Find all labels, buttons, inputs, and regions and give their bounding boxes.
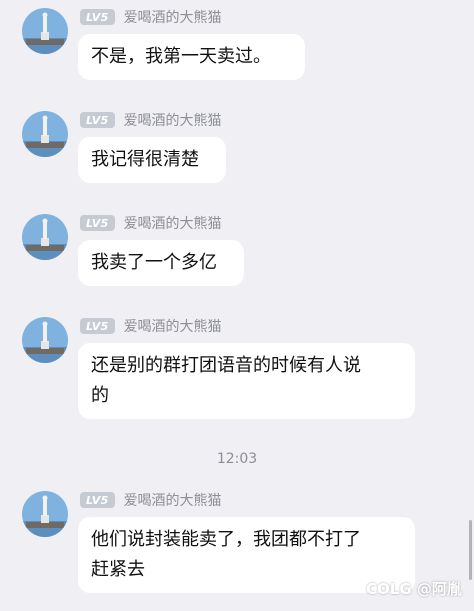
- message-bubble[interactable]: 还是别的群打团语音的时候有人说 的: [78, 343, 415, 419]
- nickname[interactable]: 爱喝酒的大熊猫: [124, 490, 222, 510]
- message-line: 还是别的群打团语音的时候有人说: [91, 355, 361, 376]
- message-bubble[interactable]: 我记得很清楚: [78, 137, 226, 183]
- message-header: LV5 爱喝酒的大熊猫: [80, 491, 222, 509]
- message-header: LV5 爱喝酒的大熊猫: [80, 214, 222, 232]
- statue-icon: [22, 491, 68, 537]
- level-badge: LV5: [80, 318, 115, 334]
- scrollbar[interactable]: [469, 520, 472, 580]
- level-badge: LV5: [80, 112, 115, 128]
- watermark: COLG @阿胤: [366, 580, 462, 598]
- message-bubble[interactable]: 他们说封装能卖了，我团都不打了 赶紧去: [78, 517, 415, 593]
- message-bubble[interactable]: 我卖了一个多亿: [78, 240, 244, 286]
- statue-icon: [22, 317, 68, 363]
- message-header: LV5 爱喝酒的大熊猫: [80, 317, 222, 335]
- level-badge: LV5: [80, 215, 115, 231]
- nickname[interactable]: 爱喝酒的大熊猫: [124, 110, 222, 130]
- avatar[interactable]: [22, 111, 68, 157]
- nickname[interactable]: 爱喝酒的大熊猫: [124, 316, 222, 336]
- message-line: 的: [91, 385, 109, 406]
- nickname[interactable]: 爱喝酒的大熊猫: [124, 213, 222, 233]
- avatar[interactable]: [22, 214, 68, 260]
- level-badge: LV5: [80, 492, 115, 508]
- message-bubble[interactable]: 不是，我第一天卖过。: [78, 34, 305, 80]
- message-line: 他们说封装能卖了，我团都不打了: [91, 529, 361, 550]
- timestamp: 12:03: [216, 451, 258, 467]
- nickname[interactable]: 爱喝酒的大熊猫: [124, 7, 222, 27]
- statue-icon: [22, 111, 68, 157]
- level-badge: LV5: [80, 9, 115, 25]
- message-line: 赶紧去: [91, 559, 145, 580]
- statue-icon: [22, 8, 68, 54]
- statue-icon: [22, 214, 68, 260]
- avatar[interactable]: [22, 8, 68, 54]
- message-header: LV5 爱喝酒的大熊猫: [80, 111, 222, 129]
- avatar[interactable]: [22, 491, 68, 537]
- message-header: LV5 爱喝酒的大熊猫: [80, 8, 222, 26]
- avatar[interactable]: [22, 317, 68, 363]
